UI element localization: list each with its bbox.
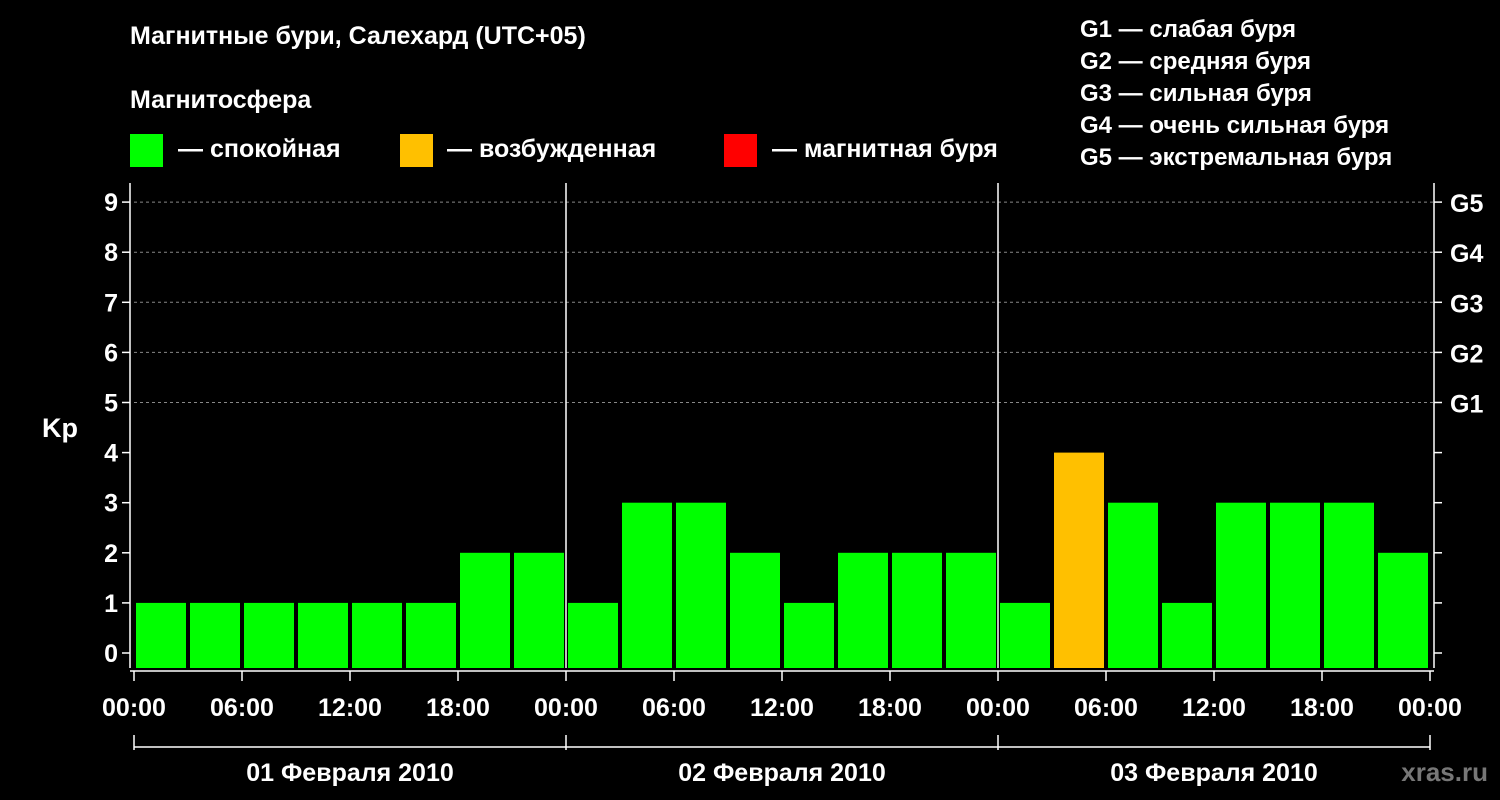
kp-bar: [352, 602, 402, 668]
kp-bar: [838, 552, 888, 668]
kp-bar: [622, 502, 672, 668]
kp-bar: [676, 502, 726, 668]
day-label: 03 Февраля 2010: [1110, 759, 1318, 787]
y-tick-label: 6: [104, 339, 118, 367]
x-tick-label: 06:00: [642, 694, 706, 722]
kp-bar: [730, 552, 780, 668]
y-tick-label: 1: [104, 590, 118, 618]
y-tick-label: 0: [104, 640, 118, 668]
x-tick-label: 00:00: [966, 694, 1030, 722]
kp-bar: [784, 602, 834, 668]
kp-bar: [1270, 502, 1320, 668]
right-tick-label: G1: [1450, 391, 1483, 419]
y-tick-label: 5: [104, 390, 118, 418]
kp-bar: [946, 552, 996, 668]
y-tick-label: 7: [104, 289, 118, 317]
kp-bar: [1162, 602, 1212, 668]
x-tick-label: 06:00: [1074, 694, 1138, 722]
site-credit: xras.ru: [1401, 757, 1488, 787]
kp-bar: [1108, 502, 1158, 668]
y-tick-label: 4: [104, 440, 118, 468]
x-tick-label: 12:00: [750, 694, 814, 722]
kp-bar: [1054, 452, 1104, 668]
right-tick-label: G2: [1450, 340, 1483, 368]
y-tick-label: 2: [104, 540, 118, 568]
y-tick-label: 9: [104, 189, 118, 217]
x-tick-label: 12:00: [1182, 694, 1246, 722]
right-tick-label: G3: [1450, 290, 1483, 318]
x-tick-label: 00:00: [1398, 694, 1462, 722]
x-tick-label: 00:00: [102, 694, 166, 722]
kp-bar: [892, 552, 942, 668]
right-tick-label: G4: [1450, 240, 1483, 268]
kp-bar: [460, 552, 510, 668]
y-tick-label: 3: [104, 490, 118, 518]
kp-bar: [514, 552, 564, 668]
kp-bar: [406, 602, 456, 668]
kp-bar-chart: 0 1 2 3 4 5 6 7 8 9 G1 G2 G3 G4 G5 00:00 06:00 12:00 18:00…: [102, 183, 1483, 787]
day-label: 01 Февраля 2010: [246, 759, 454, 787]
kp-bar: [1000, 602, 1050, 668]
kp-bar: [244, 602, 294, 668]
x-tick-label: 18:00: [858, 694, 922, 722]
day-label: 02 Февраля 2010: [678, 759, 886, 787]
kp-bar: [1324, 502, 1374, 668]
kp-bar: [190, 602, 240, 668]
x-tick-label: 18:00: [426, 694, 490, 722]
right-tick-label: G5: [1450, 190, 1483, 218]
kp-bar: [136, 602, 186, 668]
x-tick-label: 00:00: [534, 694, 598, 722]
kp-bar: [1378, 552, 1428, 668]
kp-bar: [298, 602, 348, 668]
x-tick-label: 12:00: [318, 694, 382, 722]
x-tick-label: 06:00: [210, 694, 274, 722]
kp-bar: [1216, 502, 1266, 668]
x-tick-label: 18:00: [1290, 694, 1354, 722]
y-tick-label: 8: [104, 239, 118, 267]
kp-bar: [568, 602, 618, 668]
